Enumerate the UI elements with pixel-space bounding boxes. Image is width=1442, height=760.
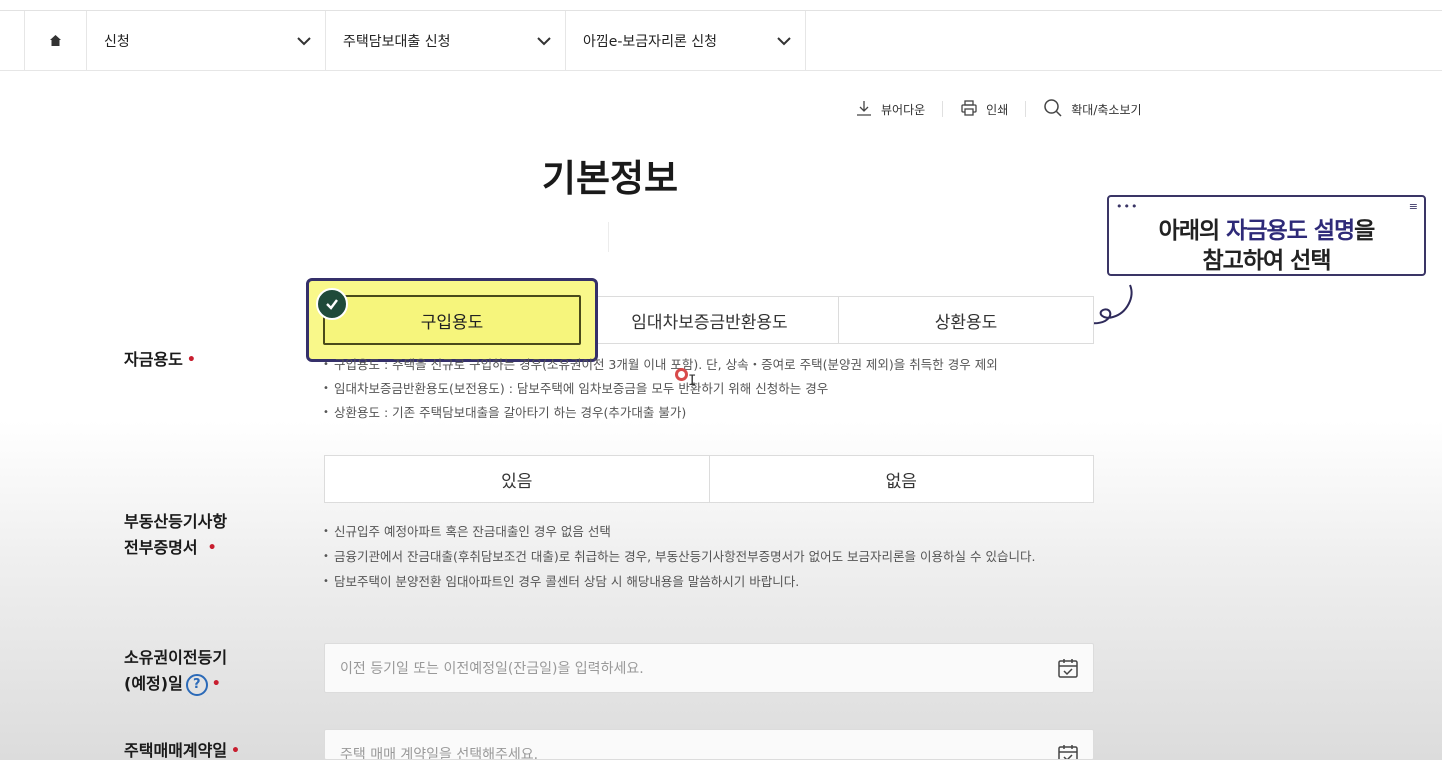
divider: [608, 222, 609, 252]
breadcrumb-label: 아낌e-보금자리론 신청: [583, 34, 718, 50]
ownership-transfer-date-input[interactable]: 이전 등기일 또는 이전예정일(잔금일)을 입력하세요.: [324, 643, 1094, 693]
list-item: 신규입주 예정아파트 혹은 잔금대출인 경우 없음 선택: [323, 522, 1063, 542]
registry-label: 부동산등기사항 전부증명서 •: [124, 512, 228, 557]
date-input-placeholder: 이전 등기일 또는 이전예정일(잔금일)을 입력하세요.: [340, 661, 644, 677]
printer-icon: [960, 99, 978, 120]
help-icon[interactable]: ?: [185, 673, 208, 696]
home-icon: [49, 32, 62, 51]
annotation-callout: ••• ≡ 아래의 자금용도 설명을 참고하여 선택: [1107, 195, 1426, 276]
fund-use-notes: 구입용도 : 주택을 신규로 구입하는 경우(소유권이전 3개월 이내 포함).…: [323, 353, 1093, 425]
registry-selector: 있음 없음: [324, 455, 1094, 503]
list-item: 상환용도 : 기존 주택담보대출을 갈아타기 하는 경우(추가대출 불가): [323, 401, 1093, 425]
zoom-button[interactable]: 확대/축소보기: [1043, 98, 1142, 121]
fund-use-option-deposit-return[interactable]: 임대차보증금반환용도: [581, 297, 839, 343]
chevron-down-icon: [296, 33, 312, 53]
fund-use-label: 자금용도 •: [124, 350, 196, 369]
fund-use-option-purchase[interactable]: 구입용도: [323, 295, 581, 345]
breadcrumb-label: 주택담보대출 신청: [343, 34, 451, 50]
contract-date-label: 주택매매계약일 •: [124, 741, 240, 760]
callout-line-1: 아래의 자금용도 설명을: [1158, 218, 1376, 244]
download-icon: [855, 99, 873, 120]
print-button[interactable]: 인쇄: [960, 99, 1008, 120]
zoom-label: 확대/축소보기: [1071, 102, 1142, 117]
calendar-icon[interactable]: [1057, 743, 1079, 759]
page-title: 기본정보: [541, 157, 679, 200]
contract-date-input[interactable]: 주택 매매 계약일을 선택해주세요.: [324, 729, 1094, 760]
registry-option-yes[interactable]: 있음: [325, 456, 710, 502]
chevron-down-icon: [536, 33, 552, 53]
breadcrumb-item-bogeumjari[interactable]: 아낌e-보금자리론 신청: [566, 11, 806, 71]
text-cursor-icon: I: [688, 373, 697, 389]
chevron-down-icon: [776, 33, 792, 53]
page-tools: 뷰어다운 인쇄 확대/축소보기: [855, 98, 1142, 120]
required-mark: •: [231, 743, 240, 759]
list-item: 구입용도 : 주택을 신규로 구입하는 경우(소유권이전 3개월 이내 포함).…: [323, 353, 1093, 377]
registry-option-no[interactable]: 없음: [710, 456, 1094, 502]
check-icon: [316, 288, 348, 320]
breadcrumb-item-apply[interactable]: 신청: [87, 11, 326, 71]
list-item: 임대차보증금반환용도(보전용도) : 담보주택에 임차보증금을 모두 반환하기 …: [323, 377, 1093, 401]
breadcrumb-home[interactable]: [24, 11, 87, 71]
viewer-download-label: 뷰어다운: [881, 102, 926, 117]
fund-use-option-refinance[interactable]: 상환용도: [839, 297, 1093, 343]
print-label: 인쇄: [986, 102, 1009, 117]
click-indicator: [675, 368, 688, 381]
breadcrumb-item-mortgage[interactable]: 주택담보대출 신청: [326, 11, 566, 71]
list-item: 담보주택이 분양전환 임대아파트인 경우 콜센터 상담 시 해당내용을 말씀하시…: [323, 572, 1063, 592]
breadcrumb: 신청 주택담보대출 신청 아낌e-보금자리론 신청: [0, 11, 1442, 71]
required-mark: •: [186, 352, 196, 368]
required-mark: •: [211, 676, 221, 692]
breadcrumb-label: 신청: [104, 34, 130, 50]
required-mark: •: [207, 540, 217, 556]
calendar-icon[interactable]: [1057, 657, 1079, 683]
divider: [942, 101, 944, 117]
callout-line-2: 참고하여 선택: [1202, 248, 1332, 274]
search-icon: [1043, 98, 1063, 121]
divider: [1025, 101, 1027, 117]
date-input-placeholder: 주택 매매 계약일을 선택해주세요.: [340, 747, 539, 760]
viewer-download-button[interactable]: 뷰어다운: [855, 99, 925, 120]
top-border: [0, 0, 1442, 11]
list-item: 금융기관에서 잔금대출(후취담보조건 대출)로 취급하는 경우, 부동산등기사항…: [323, 547, 1063, 567]
ownership-transfer-label: 소유권이전등기 (예정)일? •: [124, 645, 227, 697]
registry-notes: 신규입주 예정아파트 혹은 잔금대출인 경우 없음 선택 금융기관에서 잔금대출…: [323, 522, 1063, 597]
